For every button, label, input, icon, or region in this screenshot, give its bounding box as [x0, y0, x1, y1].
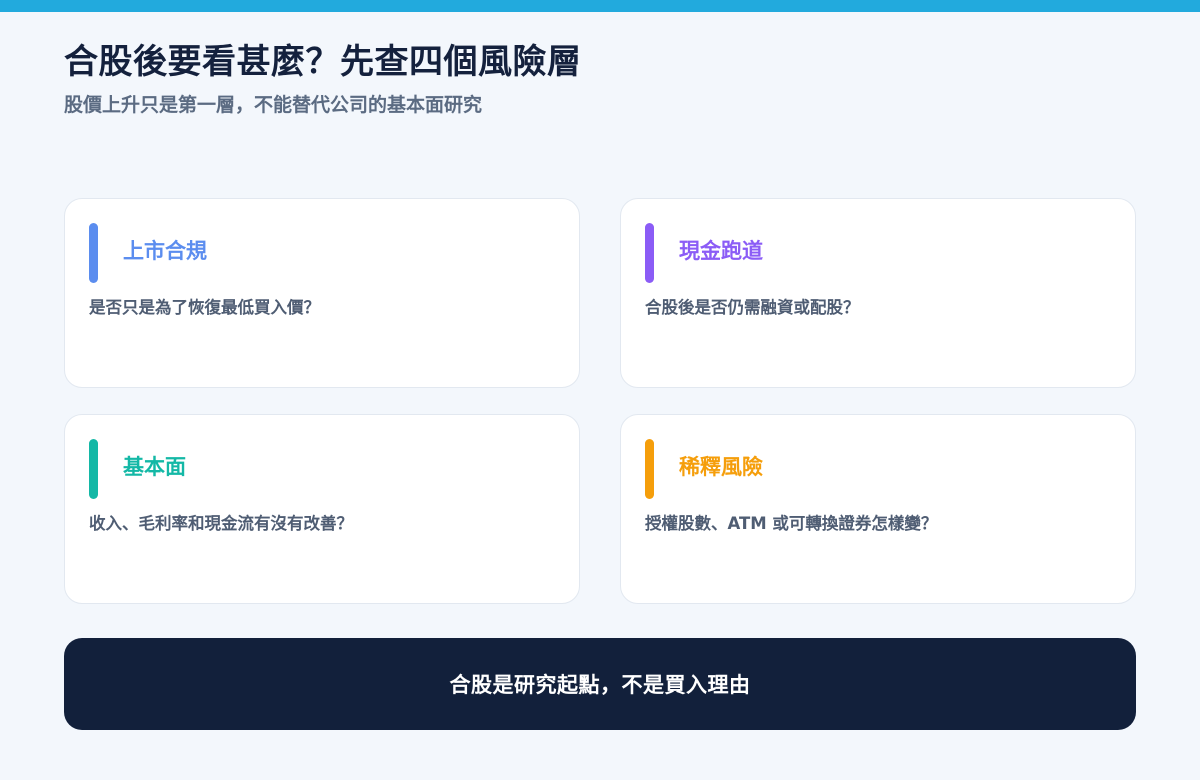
risk-layer-grid: 上市合規 是否只是為了恢復最低買入價？ 現金跑道 合股後是否仍需融資或配股？ 基…: [64, 198, 1136, 604]
top-accent-bar: [0, 0, 1200, 12]
card-title: 基本面: [123, 455, 186, 479]
card-description: 合股後是否仍需融資或配股？: [645, 298, 860, 317]
card-description: 授權股數、ATM 或可轉換證券怎樣變？: [645, 514, 938, 533]
card-title: 現金跑道: [679, 239, 763, 263]
page-title: 合股後要看甚麼？先查四個風險層: [64, 42, 582, 82]
card-title: 上市合規: [123, 239, 207, 263]
risk-card-listing-compliance: 上市合規 是否只是為了恢復最低買入價？: [64, 198, 580, 388]
risk-card-cash-runway: 現金跑道 合股後是否仍需融資或配股？: [620, 198, 1136, 388]
card-accent-bar: [89, 439, 98, 499]
card-accent-bar: [645, 223, 654, 283]
card-description: 是否只是為了恢復最低買入價？: [89, 298, 320, 317]
conclusion-banner: 合股是研究起點，不是買入理由: [64, 638, 1136, 730]
card-accent-bar: [645, 439, 654, 499]
banner-text: 合股是研究起點，不是買入理由: [449, 673, 751, 697]
card-description: 收入、毛利率和現金流有沒有改善？: [89, 514, 353, 533]
card-accent-bar: [89, 223, 98, 283]
risk-card-fundamentals: 基本面 收入、毛利率和現金流有沒有改善？: [64, 414, 580, 604]
card-title: 稀釋風險: [679, 455, 763, 479]
risk-card-dilution: 稀釋風險 授權股數、ATM 或可轉換證券怎樣變？: [620, 414, 1136, 604]
page-subtitle: 股價上升只是第一層，不能替代公司的基本面研究: [64, 94, 483, 116]
